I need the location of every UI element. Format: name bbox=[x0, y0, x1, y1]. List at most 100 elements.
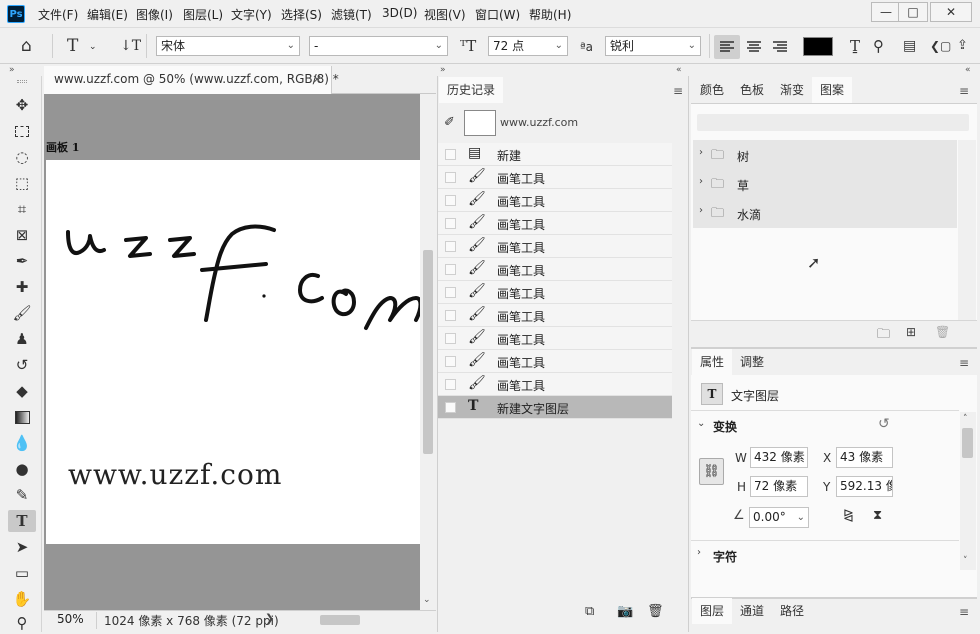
warp-text-icon[interactable]: Ṯ bbox=[850, 37, 860, 55]
marquee-tool-icon[interactable] bbox=[11, 120, 33, 142]
y-position-field[interactable]: 592.13 像素 bbox=[836, 476, 893, 497]
close-button[interactable]: ✕ bbox=[930, 2, 972, 22]
width-field[interactable]: 432 像素 bbox=[750, 447, 808, 468]
history-item[interactable]: 🖌 画笔工具 bbox=[438, 258, 672, 281]
frame-tool-icon[interactable]: ⊠ bbox=[11, 224, 33, 246]
align-right-button[interactable] bbox=[767, 35, 793, 59]
history-item[interactable]: 🖌 画笔工具 bbox=[438, 350, 672, 373]
history-source-checkbox[interactable] bbox=[445, 149, 456, 160]
history-item[interactable]: ▤ 新建 bbox=[438, 143, 672, 166]
new-document-from-state-icon[interactable]: ⧉ bbox=[585, 604, 594, 619]
expand-panel-icon[interactable]: « bbox=[965, 65, 971, 75]
menu-help[interactable]: 帮助(H) bbox=[529, 6, 571, 23]
text-color-swatch[interactable] bbox=[803, 37, 833, 56]
scroll-down-icon[interactable]: ⌄ bbox=[423, 595, 431, 605]
type-tool-icon[interactable]: T bbox=[8, 510, 36, 532]
share-icon[interactable]: ⇪ bbox=[957, 37, 968, 55]
history-brush-source-icon[interactable]: ✐ bbox=[444, 115, 455, 130]
history-item[interactable]: 🖌 画笔工具 bbox=[438, 304, 672, 327]
angle-field[interactable]: 0.00° ⌄ bbox=[749, 507, 809, 528]
document-tab[interactable]: www.uzzf.com @ 50% (www.uzzf.com, RGB/8)… bbox=[44, 66, 339, 94]
flip-vertical-icon[interactable]: ⧗ bbox=[873, 508, 882, 523]
maximize-button[interactable]: □ bbox=[898, 2, 928, 22]
collapse-toolbar-icon[interactable]: » bbox=[9, 65, 15, 75]
history-source-checkbox[interactable] bbox=[445, 172, 456, 183]
history-scrollbar[interactable] bbox=[672, 144, 688, 604]
history-item[interactable]: T 新建文字图层 bbox=[438, 396, 672, 419]
history-source-checkbox[interactable] bbox=[445, 310, 456, 321]
menu-layer[interactable]: 图层(L) bbox=[183, 6, 223, 23]
x-position-field[interactable]: 43 像素 bbox=[836, 447, 893, 468]
crop-tool-icon[interactable]: ⌗ bbox=[11, 198, 33, 220]
trash-icon[interactable]: 🗑 bbox=[647, 604, 664, 619]
history-item[interactable]: 🖌 画笔工具 bbox=[438, 189, 672, 212]
character-heading[interactable]: 字符 bbox=[713, 548, 737, 565]
font-style-select[interactable]: - ⌄ bbox=[309, 36, 448, 56]
history-source-checkbox[interactable] bbox=[445, 195, 456, 206]
chevron-down-icon[interactable]: ⌄ bbox=[89, 38, 97, 56]
tab-channels[interactable]: 通道 bbox=[732, 598, 772, 624]
artboard-label[interactable]: 画板 1 bbox=[46, 139, 79, 155]
align-center-button[interactable] bbox=[741, 35, 767, 59]
camera-icon[interactable]: 📷 bbox=[617, 604, 633, 619]
history-item[interactable]: 🖌 画笔工具 bbox=[438, 235, 672, 258]
chevron-right-icon[interactable]: › bbox=[699, 176, 703, 187]
history-source-checkbox[interactable] bbox=[445, 379, 456, 390]
history-source-checkbox[interactable] bbox=[445, 287, 456, 298]
history-item[interactable]: 🖌 画笔工具 bbox=[438, 212, 672, 235]
status-menu-icon[interactable]: ❯ bbox=[265, 612, 274, 625]
search-icon[interactable]: ⚲ bbox=[873, 37, 884, 55]
panel-menu-icon[interactable]: ≡ bbox=[959, 356, 969, 370]
link-dimensions-icon[interactable]: ⛓ bbox=[699, 458, 724, 485]
hand-tool-icon[interactable]: ✋ bbox=[11, 588, 33, 610]
align-left-button[interactable] bbox=[714, 35, 740, 59]
history-item[interactable]: 🖌 画笔工具 bbox=[438, 373, 672, 396]
tab-swatches[interactable]: 色板 bbox=[732, 77, 772, 103]
transform-heading[interactable]: 变换 bbox=[713, 418, 737, 435]
menu-filter[interactable]: 滤镜(T) bbox=[331, 6, 372, 23]
history-item[interactable]: 🖌 画笔工具 bbox=[438, 166, 672, 189]
move-tool-icon[interactable]: ✥ bbox=[11, 94, 33, 116]
collapse-panel-icon[interactable]: » bbox=[440, 65, 446, 75]
pattern-folder[interactable]: › 🗀 草 bbox=[693, 170, 957, 198]
type-tool-preset-icon[interactable]: T bbox=[67, 37, 78, 55]
chevron-right-icon[interactable]: › bbox=[699, 147, 703, 158]
chevron-down-icon[interactable]: ⌄ bbox=[697, 418, 705, 429]
antialias-select[interactable]: 锐利 ⌄ bbox=[605, 36, 701, 56]
panel-menu-icon[interactable]: ≡ bbox=[673, 84, 683, 98]
tab-paths[interactable]: 路径 bbox=[772, 598, 812, 624]
object-select-tool-icon[interactable]: ⬚ bbox=[11, 172, 33, 194]
tab-color[interactable]: 颜色 bbox=[692, 77, 732, 103]
pattern-folder[interactable]: › 🗀 树 bbox=[693, 141, 957, 169]
close-tab-icon[interactable]: × bbox=[312, 66, 322, 92]
tab-layers[interactable]: 图层 bbox=[692, 598, 733, 624]
scroll-up-icon[interactable]: ˄ bbox=[963, 414, 968, 424]
menu-select[interactable]: 选择(S) bbox=[281, 6, 322, 23]
panel-menu-icon[interactable]: ≡ bbox=[959, 84, 969, 98]
menu-image[interactable]: 图像(I) bbox=[136, 6, 173, 23]
flip-horizontal-icon[interactable]: ⧎ bbox=[843, 508, 854, 523]
home-icon[interactable]: ⌂ bbox=[21, 37, 32, 55]
reset-transform-icon[interactable]: ↺ bbox=[878, 416, 890, 432]
font-family-select[interactable]: 宋体 ⌄ bbox=[156, 36, 300, 56]
menu-3d[interactable]: 3D(D) bbox=[382, 6, 417, 20]
history-snapshot[interactable]: ✐ www.uzzf.com bbox=[438, 103, 672, 144]
history-source-checkbox[interactable] bbox=[445, 333, 456, 344]
eyedropper-tool-icon[interactable]: ✒ bbox=[11, 250, 33, 272]
toolbar-grip[interactable] bbox=[17, 80, 27, 83]
rectangle-tool-icon[interactable]: ▭ bbox=[11, 562, 33, 584]
minimize-button[interactable]: — bbox=[871, 2, 901, 22]
pattern-folder[interactable]: › 🗀 水滴 bbox=[693, 199, 957, 227]
pen-tool-icon[interactable]: ✎ bbox=[11, 484, 33, 506]
healing-brush-tool-icon[interactable]: ✚ bbox=[11, 276, 33, 298]
history-source-checkbox[interactable] bbox=[445, 218, 456, 229]
expand-panel-icon[interactable]: « bbox=[676, 65, 682, 75]
tab-gradients[interactable]: 渐变 bbox=[772, 77, 812, 103]
text-layer[interactable]: www.uzzf.com bbox=[68, 458, 282, 491]
history-source-checkbox[interactable] bbox=[445, 241, 456, 252]
menu-file[interactable]: 文件(F) bbox=[38, 6, 78, 23]
zoom-tool-icon[interactable]: ⚲ bbox=[11, 612, 33, 634]
horizontal-scrollbar-thumb[interactable] bbox=[320, 615, 360, 625]
history-brush-tool-icon[interactable]: ↺ bbox=[11, 354, 33, 376]
menu-type[interactable]: 文字(Y) bbox=[231, 6, 272, 23]
